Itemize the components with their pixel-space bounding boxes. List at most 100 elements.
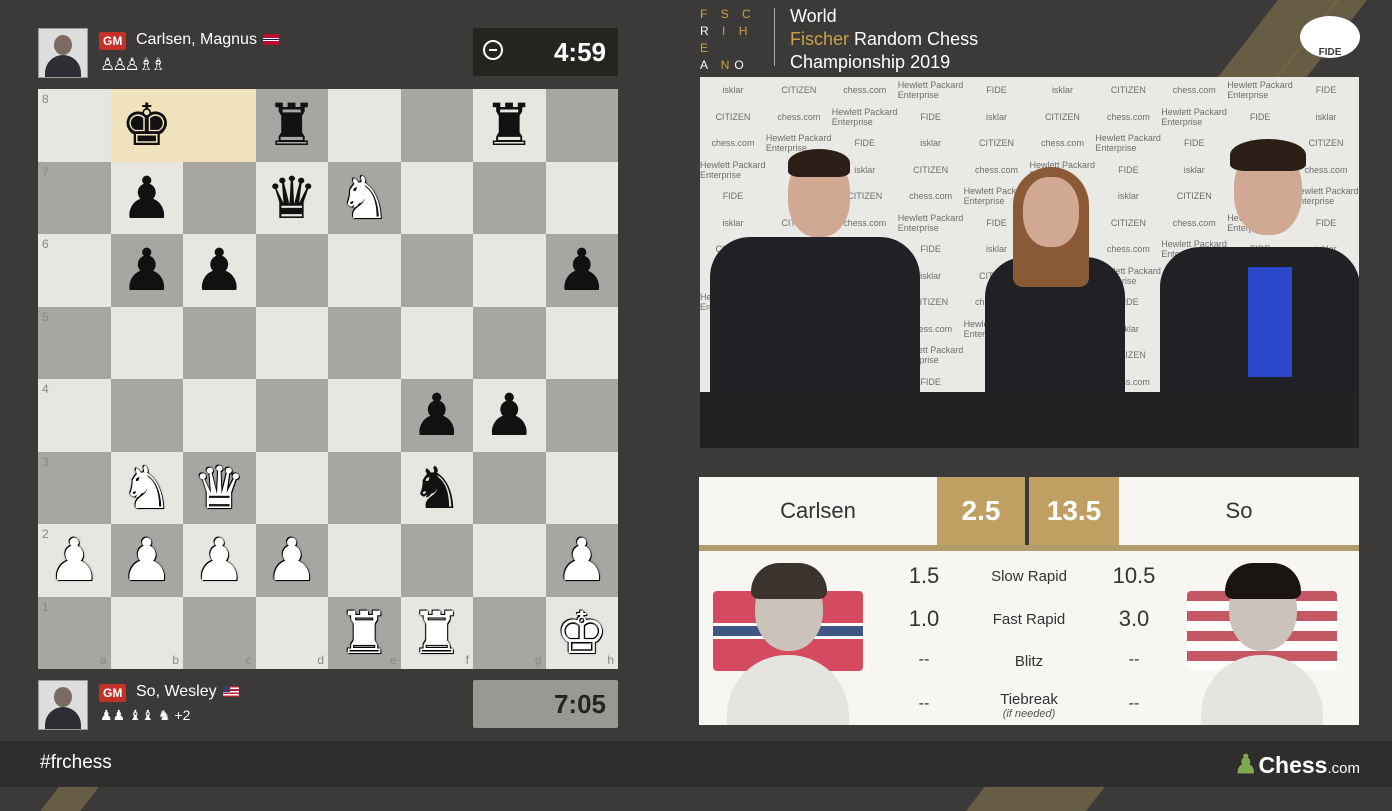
square-h1[interactable]: h ♚ xyxy=(545,596,618,669)
sponsor-logo: CITIZEN xyxy=(1110,85,1146,96)
square-e1[interactable]: e ♜ xyxy=(328,596,401,669)
white-knight-icon[interactable]: ♞ xyxy=(121,459,173,517)
square-h6[interactable]: ♟ xyxy=(545,234,618,307)
square-b5[interactable] xyxy=(110,306,183,379)
square-b2[interactable]: ♟ xyxy=(110,524,183,597)
black-pawn-icon[interactable]: ♟ xyxy=(193,241,245,299)
square-f2[interactable] xyxy=(400,524,473,597)
square-e6[interactable] xyxy=(328,234,401,307)
rank-label: 4 xyxy=(42,382,49,396)
square-a2[interactable]: 2 ♟ xyxy=(38,524,111,597)
file-label: c xyxy=(245,653,252,667)
square-c7[interactable] xyxy=(183,161,256,234)
square-a7[interactable]: 7 xyxy=(38,161,111,234)
carlsen-portrait xyxy=(713,559,863,725)
white-pawn-icon[interactable]: ♟ xyxy=(193,531,245,589)
black-pawn-icon[interactable]: ♟ xyxy=(483,386,535,444)
white-king-icon[interactable]: ♚ xyxy=(556,604,608,662)
square-b6[interactable]: ♟ xyxy=(110,234,183,307)
square-g8[interactable]: ♜ xyxy=(473,89,546,162)
square-d2[interactable]: ♟ xyxy=(255,524,328,597)
square-g1[interactable]: g xyxy=(473,596,546,669)
white-pawn-icon[interactable]: ♟ xyxy=(48,531,100,589)
square-d7[interactable]: ♛ xyxy=(255,161,328,234)
square-f3[interactable]: ♞ xyxy=(400,451,473,524)
square-c6[interactable]: ♟ xyxy=(183,234,256,307)
fide-logo-icon: FIDE xyxy=(1300,16,1360,58)
black-rook-icon[interactable]: ♜ xyxy=(266,96,318,154)
black-rook-icon[interactable]: ♜ xyxy=(483,96,535,154)
square-f6[interactable] xyxy=(400,234,473,307)
black-knight-icon[interactable]: ♞ xyxy=(411,459,463,517)
square-g5[interactable] xyxy=(473,306,546,379)
square-g3[interactable] xyxy=(473,451,546,524)
black-pawn-icon[interactable]: ♟ xyxy=(411,386,463,444)
square-e4[interactable] xyxy=(328,379,401,452)
square-h4[interactable] xyxy=(545,379,618,452)
square-a6[interactable]: 6 xyxy=(38,234,111,307)
square-c8[interactable] xyxy=(183,89,256,162)
square-d6[interactable] xyxy=(255,234,328,307)
square-b3[interactable]: ♞ xyxy=(110,451,183,524)
square-d8[interactable]: ♜ xyxy=(255,89,328,162)
square-a5[interactable]: 5 xyxy=(38,306,111,379)
black-pawn-icon[interactable]: ♟ xyxy=(121,169,173,227)
right-player-name: So xyxy=(1119,477,1359,545)
square-d4[interactable] xyxy=(255,379,328,452)
square-c3[interactable]: ♛ xyxy=(183,451,256,524)
square-b1[interactable]: b xyxy=(110,596,183,669)
black-king-icon[interactable]: ♚ xyxy=(121,96,173,154)
square-h7[interactable] xyxy=(545,161,618,234)
square-e2[interactable] xyxy=(328,524,401,597)
square-g2[interactable] xyxy=(473,524,546,597)
black-queen-icon[interactable]: ♛ xyxy=(266,169,318,227)
white-rook-icon[interactable]: ♜ xyxy=(338,604,390,662)
square-f1[interactable]: f ♜ xyxy=(400,596,473,669)
square-e8[interactable] xyxy=(328,89,401,162)
square-a8[interactable]: 8 xyxy=(38,89,111,162)
square-g6[interactable] xyxy=(473,234,546,307)
square-c2[interactable]: ♟ xyxy=(183,524,256,597)
square-c1[interactable]: c xyxy=(183,596,256,669)
white-pawn-icon[interactable]: ♟ xyxy=(266,531,318,589)
square-g7[interactable] xyxy=(473,161,546,234)
sponsor-logo: CITIZEN xyxy=(715,111,751,122)
square-f4[interactable]: ♟ xyxy=(400,379,473,452)
white-pawn-icon[interactable]: ♟ xyxy=(121,531,173,589)
white-knight-icon[interactable]: ♞ xyxy=(338,169,390,227)
square-d5[interactable] xyxy=(255,306,328,379)
white-pawn-icon[interactable]: ♟ xyxy=(556,531,608,589)
square-h3[interactable] xyxy=(545,451,618,524)
pawn-icon: ♟ xyxy=(1234,749,1258,779)
square-g4[interactable]: ♟ xyxy=(473,379,546,452)
black-pawn-icon[interactable]: ♟ xyxy=(556,241,608,299)
square-d3[interactable] xyxy=(255,451,328,524)
square-e3[interactable] xyxy=(328,451,401,524)
sponsor-logo: Hewlett Packard Enterprise xyxy=(1161,106,1227,127)
square-c5[interactable] xyxy=(183,306,256,379)
square-h5[interactable] xyxy=(545,306,618,379)
square-a3[interactable]: 3 xyxy=(38,451,111,524)
square-d1[interactable]: d xyxy=(255,596,328,669)
square-h8[interactable] xyxy=(545,89,618,162)
square-b8[interactable]: ♚ xyxy=(110,89,183,162)
square-f5[interactable] xyxy=(400,306,473,379)
square-e7[interactable]: ♞ xyxy=(328,161,401,234)
white-queen-icon[interactable]: ♛ xyxy=(193,459,245,517)
square-a4[interactable]: 4 xyxy=(38,379,111,452)
footer-bar: #frchess ♟Chess.com xyxy=(0,741,1392,787)
square-c4[interactable] xyxy=(183,379,256,452)
square-h2[interactable]: ♟ xyxy=(545,524,618,597)
square-b7[interactable]: ♟ xyxy=(110,161,183,234)
white-rook-icon[interactable]: ♜ xyxy=(411,604,463,662)
chess-board[interactable]: 8 ♚ ♜ ♜ 7 ♟ ♛ ♞ 6 ♟ ♟ ♟ 5 4 ♟ ♟ 3 ♞ ♛ ♞ 2 ♟ ♟ ♟ ♟ ♟ 1 a b c d e ♜ f ♜ g h ♚ xyxy=(38,89,618,669)
commentary-video[interactable]: isklar CITIZEN chess.com Hewlett Packard En… xyxy=(700,77,1359,448)
square-a1[interactable]: 1a xyxy=(38,596,111,669)
sponsor-logo: CITIZEN xyxy=(1044,111,1080,122)
black-pawn-icon[interactable]: ♟ xyxy=(121,241,173,299)
square-b4[interactable] xyxy=(110,379,183,452)
square-f8[interactable] xyxy=(400,89,473,162)
rank-label: 5 xyxy=(42,309,49,324)
square-e5[interactable] xyxy=(328,306,401,379)
square-f7[interactable] xyxy=(400,161,473,234)
